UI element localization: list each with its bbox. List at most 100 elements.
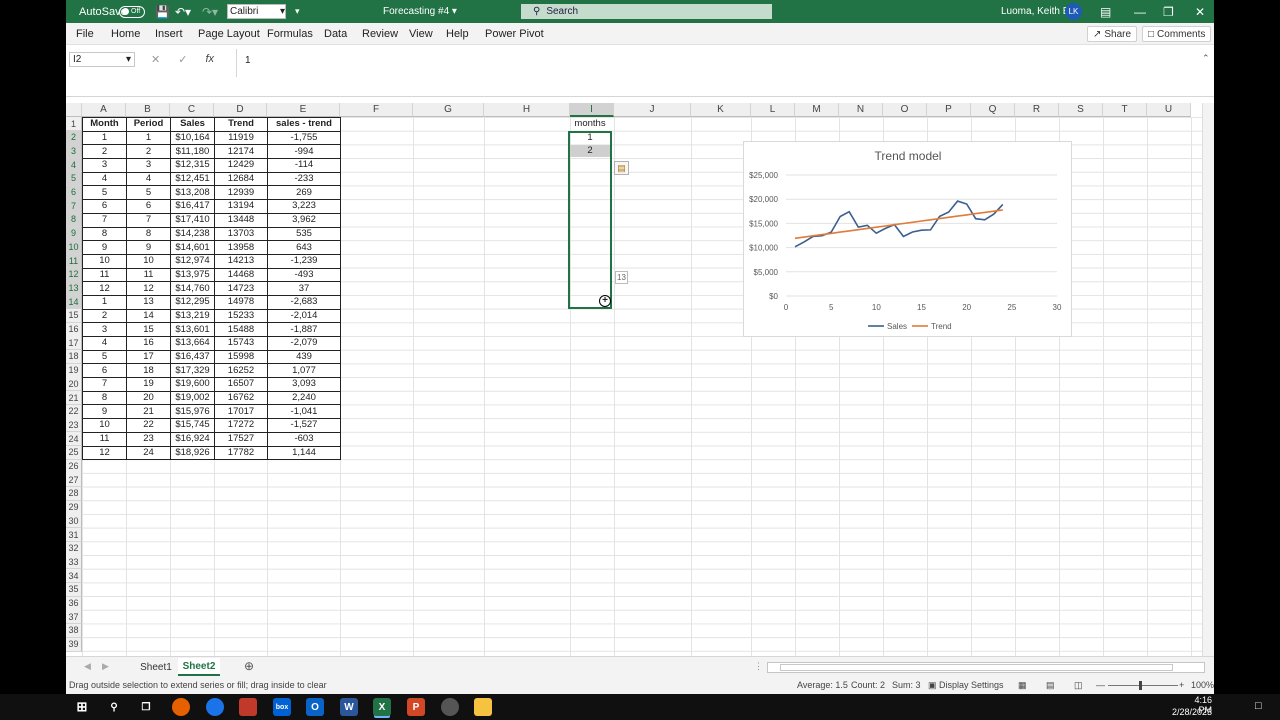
row-header[interactable]: 19 [66, 363, 82, 378]
page-break-view-icon[interactable]: ◫ [1074, 680, 1083, 691]
table-cell[interactable]: 11 [82, 267, 127, 283]
normal-view-icon[interactable]: ▦ [1018, 680, 1027, 691]
enter-icon[interactable]: ✓ [178, 53, 187, 66]
menu-page-layout[interactable]: Page Layout [198, 28, 260, 40]
column-header-m[interactable]: M [795, 103, 839, 117]
table-header-cell[interactable]: Trend [214, 117, 268, 132]
zoom-level[interactable]: 100% [1191, 680, 1214, 690]
table-cell[interactable]: 2 [82, 308, 127, 324]
chrome-icon[interactable] [206, 698, 224, 716]
table-cell[interactable]: 4 [82, 171, 127, 187]
name-box[interactable]: I2 ▾ [69, 52, 135, 67]
table-cell[interactable]: $16,437 [170, 349, 215, 365]
column-header-g[interactable]: G [413, 103, 484, 117]
table-cell[interactable]: 14 [126, 308, 171, 324]
table-cell[interactable]: 17017 [214, 404, 268, 420]
zoom-slider[interactable] [1108, 685, 1178, 686]
user-name[interactable]: Luoma, Keith E. [1001, 0, 1072, 23]
menu-home[interactable]: Home [111, 28, 140, 40]
select-all-corner[interactable] [66, 103, 82, 117]
task-view-icon[interactable]: ❐ [137, 698, 155, 716]
save-icon[interactable]: 💾 [155, 0, 170, 23]
scroll-left-icon[interactable]: ◀ [84, 661, 91, 672]
table-cell[interactable]: $14,601 [170, 240, 215, 255]
undo-icon[interactable]: ↶▾ [175, 0, 191, 23]
table-cell[interactable]: 14723 [214, 281, 268, 296]
row-header[interactable]: 13 [66, 281, 82, 296]
table-cell[interactable]: $13,208 [170, 185, 215, 201]
table-cell[interactable]: 5 [82, 349, 127, 365]
table-cell[interactable]: 1,144 [267, 445, 341, 461]
powerpoint-icon[interactable]: P [407, 698, 425, 716]
excel-icon[interactable]: X [373, 698, 391, 716]
table-cell[interactable]: 3,223 [267, 199, 341, 214]
row-header[interactable]: 10 [66, 240, 82, 255]
table-cell[interactable]: $16,924 [170, 431, 215, 447]
table-cell[interactable]: 2 [82, 144, 127, 160]
table-cell[interactable]: 23 [126, 431, 171, 447]
table-cell[interactable]: 13958 [214, 240, 268, 255]
table-cell[interactable]: 439 [267, 349, 341, 365]
table-cell[interactable]: $11,180 [170, 144, 215, 160]
row-header[interactable]: 25 [66, 445, 82, 460]
table-cell[interactable]: 3 [82, 158, 127, 173]
column-header-o[interactable]: O [883, 103, 927, 117]
table-cell[interactable]: 16 [126, 336, 171, 351]
scroll-right-icon[interactable]: ▶ [102, 661, 109, 672]
close-icon[interactable]: ✕ [1195, 0, 1205, 23]
table-cell[interactable]: 1 [126, 130, 171, 146]
scroll-thumb[interactable] [780, 664, 1173, 671]
row-header[interactable]: 1 [66, 117, 82, 131]
table-cell[interactable]: 2 [126, 144, 171, 160]
table-cell[interactable]: 4 [126, 171, 171, 187]
restore-icon[interactable]: ❐ [1163, 0, 1174, 23]
row-header[interactable]: 21 [66, 391, 82, 405]
table-cell[interactable]: 3 [82, 322, 127, 337]
table-cell[interactable]: 8 [126, 226, 171, 242]
column-header-n[interactable]: N [839, 103, 883, 117]
table-cell[interactable]: 16762 [214, 390, 268, 406]
table-cell[interactable]: 5 [82, 185, 127, 201]
table-cell[interactable]: 3,962 [267, 212, 341, 228]
menu-view[interactable]: View [409, 28, 433, 40]
row-header[interactable]: 7 [66, 199, 82, 214]
column-header-c[interactable]: C [170, 103, 214, 117]
search-box[interactable]: ⚲ Search [521, 4, 772, 19]
table-cell[interactable]: 4 [82, 336, 127, 351]
menu-review[interactable]: Review [362, 28, 398, 40]
windows-start-icon[interactable]: ⊞ [73, 698, 91, 716]
table-cell[interactable]: $13,664 [170, 336, 215, 351]
table-cell[interactable]: $15,976 [170, 404, 215, 420]
row-header[interactable]: 35 [66, 582, 82, 597]
row-header[interactable]: 20 [66, 377, 82, 392]
table-cell[interactable]: $17,329 [170, 363, 215, 379]
table-header-cell[interactable]: Period [126, 117, 171, 132]
table-cell[interactable]: 11919 [214, 130, 268, 146]
table-cell[interactable]: 12 [82, 445, 127, 461]
font-name-box[interactable]: Calibri ▾ [227, 4, 286, 19]
row-header[interactable]: 3 [66, 144, 82, 159]
table-cell[interactable]: 20 [126, 390, 171, 406]
row-header[interactable]: 17 [66, 336, 82, 351]
table-cell[interactable]: 10 [82, 253, 127, 269]
table-cell[interactable]: 11 [82, 431, 127, 447]
table-cell[interactable]: 13194 [214, 199, 268, 214]
row-header[interactable]: 18 [66, 349, 82, 364]
table-cell[interactable]: 7 [126, 212, 171, 228]
acrobat-icon[interactable] [239, 698, 257, 716]
menu-data[interactable]: Data [324, 28, 347, 40]
ribbon-display-icon[interactable]: ▤ [1100, 0, 1111, 23]
row-header[interactable]: 6 [66, 185, 82, 200]
comments-button[interactable]: □ Comments [1142, 26, 1212, 42]
table-cell[interactable]: 7 [82, 377, 127, 392]
column-header-d[interactable]: D [214, 103, 267, 117]
table-cell[interactable]: 13703 [214, 226, 268, 242]
row-header[interactable]: 33 [66, 555, 82, 570]
table-cell[interactable]: 14468 [214, 267, 268, 283]
row-header[interactable]: 9 [66, 226, 82, 241]
table-cell[interactable]: 15233 [214, 308, 268, 324]
table-cell[interactable]: 17272 [214, 418, 268, 433]
table-cell[interactable]: 15743 [214, 336, 268, 351]
table-cell[interactable]: 9 [82, 404, 127, 420]
table-cell[interactable]: 9 [82, 240, 127, 255]
